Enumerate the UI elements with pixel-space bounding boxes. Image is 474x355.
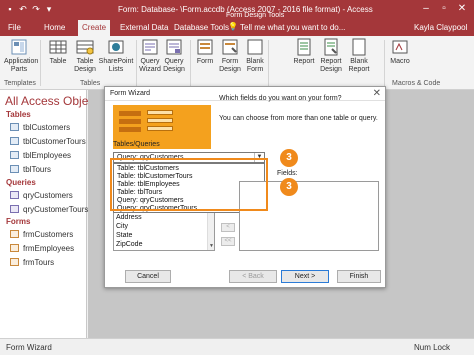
query-icon xyxy=(10,191,19,199)
group-separator xyxy=(136,40,137,86)
list-item[interactable]: Address xyxy=(116,214,142,221)
scrollbar[interactable]: ▼ xyxy=(207,213,214,250)
close-icon[interactable]: ✕ xyxy=(373,88,381,99)
close-window-button[interactable]: ✕ xyxy=(456,3,468,15)
query-wizard-icon xyxy=(142,39,158,55)
tell-me-box[interactable]: Tell me what you want to do... xyxy=(240,23,345,32)
application-parts-icon xyxy=(11,39,27,55)
form-button[interactable]: Form xyxy=(194,38,216,66)
tab-create[interactable]: Create xyxy=(78,20,111,36)
maximize-button[interactable]: ▫ xyxy=(438,3,450,15)
form-design-button[interactable]: Form Design xyxy=(218,38,242,74)
redo-icon[interactable]: ↷ xyxy=(31,4,41,14)
nav-item-tblcustomertours[interactable]: tblCustomerTours xyxy=(10,137,86,148)
macro-button[interactable]: Macro xyxy=(388,38,412,66)
group-label-macros: Macros & Code xyxy=(392,80,441,87)
table-design-button[interactable]: Table Design xyxy=(72,38,98,74)
table-icon xyxy=(10,137,19,145)
application-parts-button[interactable]: Application Parts xyxy=(4,38,38,74)
group-separator xyxy=(384,40,385,86)
blank-form-button[interactable]: Blank Form xyxy=(244,38,266,74)
tab-database-tools[interactable]: Database Tools xyxy=(174,23,229,32)
group-label-tables: Tables xyxy=(80,80,101,87)
customize-icon[interactable]: ▾ xyxy=(44,4,54,14)
ribbon-tabs: File Home Create External Data Database … xyxy=(0,20,474,36)
lightbulb-icon: 💡 xyxy=(228,22,238,31)
report-design-icon xyxy=(324,38,338,56)
blank-report-button[interactable]: Blank Report xyxy=(346,38,372,74)
nav-item-qrycustomertours[interactable]: qryCustomerTours xyxy=(10,205,88,216)
form-design-icon xyxy=(222,39,238,55)
tables-queries-label: Tables/Queries xyxy=(113,141,160,148)
list-item[interactable]: ZipCode xyxy=(116,241,142,248)
form-icon xyxy=(10,230,19,238)
table-icon xyxy=(49,40,67,54)
next-button[interactable]: Next > xyxy=(281,270,329,283)
undo-icon[interactable]: ↶ xyxy=(18,4,28,14)
tab-home[interactable]: Home xyxy=(44,23,65,32)
remove-all-fields-button[interactable]: << xyxy=(221,237,235,246)
tab-external-data[interactable]: External Data xyxy=(120,23,168,32)
status-bar: Form Wizard Num Lock xyxy=(0,338,474,355)
nav-section-forms[interactable]: Forms xyxy=(6,217,30,226)
nav-item-tblcustomers[interactable]: tblCustomers xyxy=(10,123,70,134)
wizard-instructions: You can choose from more than one table … xyxy=(219,115,378,122)
minimize-button[interactable]: – xyxy=(420,3,432,15)
macro-icon xyxy=(392,40,408,54)
nav-section-tables[interactable]: Tables xyxy=(6,110,31,119)
query-icon xyxy=(10,205,19,213)
report-icon xyxy=(297,38,311,56)
scroll-down-icon[interactable]: ▼ xyxy=(208,243,215,249)
user-name[interactable]: Kayla Claypool xyxy=(414,23,467,32)
group-separator xyxy=(190,40,191,86)
context-group-label: Form Design Tools xyxy=(226,12,285,19)
available-fields-list[interactable]: Address City State ZipCode ▼ xyxy=(113,213,215,251)
callout-badge: 3 xyxy=(280,178,298,196)
finish-button[interactable]: Finish xyxy=(337,270,381,283)
table-icon xyxy=(10,123,19,131)
form-icon xyxy=(10,244,19,252)
list-item[interactable]: State xyxy=(116,232,132,239)
blank-report-icon xyxy=(352,38,366,56)
tab-file[interactable]: File xyxy=(8,23,21,32)
remove-field-button[interactable]: < xyxy=(221,223,235,232)
nav-item-tbltours[interactable]: tblTours xyxy=(10,165,51,176)
wizard-prompt: Which fields do you want on your form? xyxy=(219,95,342,102)
save-icon[interactable]: ▪ xyxy=(5,4,15,14)
group-label-templates: Templates xyxy=(4,80,36,87)
blank-form-icon xyxy=(247,39,263,55)
status-text: Form Wizard xyxy=(6,343,52,352)
nav-section-queries[interactable]: Queries xyxy=(6,178,36,187)
sharepoint-lists-button[interactable]: SharePoint Lists xyxy=(98,38,134,74)
sharepoint-icon xyxy=(108,40,124,54)
list-item[interactable]: City xyxy=(116,223,128,230)
query-design-icon xyxy=(166,39,182,55)
back-button[interactable]: < Back xyxy=(229,270,277,283)
report-design-button[interactable]: Report Design xyxy=(318,38,344,74)
nav-item-frmemployees[interactable]: frmEmployees xyxy=(10,244,74,255)
nav-item-frmcustomers[interactable]: frmCustomers xyxy=(10,230,73,241)
table-button[interactable]: Table xyxy=(46,38,70,66)
group-separator xyxy=(40,40,41,86)
report-button[interactable]: Report xyxy=(292,38,316,66)
form-icon xyxy=(10,258,19,266)
query-design-button[interactable]: Query Design xyxy=(162,38,186,74)
table-icon xyxy=(10,151,19,159)
nav-pane-title[interactable]: All Access Obje... xyxy=(5,94,98,108)
ribbon: Application Parts Table Table Design Sha… xyxy=(0,36,474,90)
cancel-button[interactable]: Cancel xyxy=(125,270,171,283)
table-design-icon xyxy=(76,40,94,55)
callout-badge: 3 xyxy=(280,149,298,167)
nav-item-frmtours[interactable]: frmTours xyxy=(10,258,54,269)
nav-item-tblemployees[interactable]: tblEmployees xyxy=(10,151,71,162)
num-lock-indicator: Num Lock xyxy=(413,343,450,352)
group-separator xyxy=(268,40,269,86)
table-icon xyxy=(10,165,19,173)
form-icon xyxy=(197,39,213,55)
navigation-pane: All Access Obje... Tables tblCustomers t… xyxy=(0,90,98,338)
selected-fields-label: Fields: xyxy=(277,170,298,177)
callout-highlight xyxy=(110,158,268,211)
query-wizard-button[interactable]: Query Wizard xyxy=(138,38,162,74)
nav-item-qrycustomers[interactable]: qryCustomers xyxy=(10,191,73,202)
